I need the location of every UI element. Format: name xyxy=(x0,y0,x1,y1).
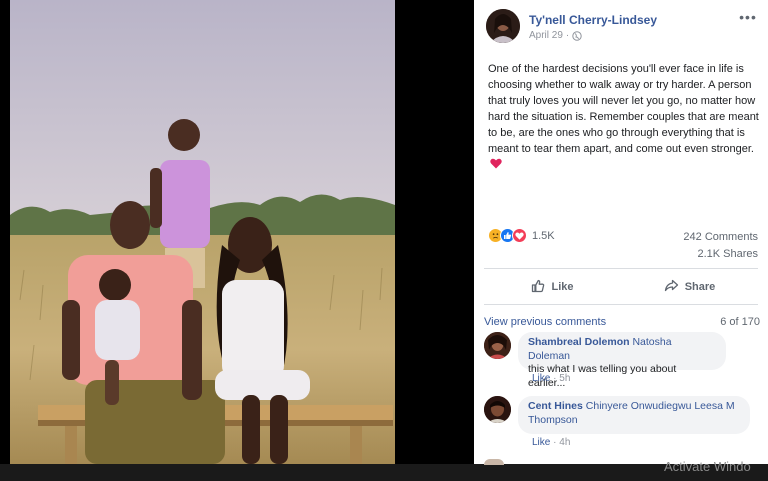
comments-count[interactable]: 242 Comments xyxy=(683,231,758,243)
share-arrow-icon xyxy=(664,279,679,295)
comment-separator: · xyxy=(553,437,557,448)
shares-count[interactable]: 2.1K Shares xyxy=(697,248,758,260)
comment-like-link[interactable]: Like xyxy=(532,437,550,448)
author-avatar[interactable] xyxy=(486,9,520,43)
post-panel: Ty'nell Cherry-Lindsey April 29 · ••• On… xyxy=(474,0,768,464)
family-photo[interactable] xyxy=(10,0,395,464)
author-name[interactable]: Ty'nell Cherry-Lindsey xyxy=(529,13,657,27)
love-reaction-icon xyxy=(512,228,527,243)
post-meta: April 29 · xyxy=(529,30,582,41)
like-button[interactable]: Like xyxy=(484,272,621,302)
post-date[interactable]: April 29 xyxy=(529,30,563,41)
share-button[interactable]: Share xyxy=(621,272,758,302)
comments-pager: 6 of 170 xyxy=(720,316,760,328)
comment-actions: Like · 5h xyxy=(532,373,570,384)
post-header: Ty'nell Cherry-Lindsey April 29 · ••• xyxy=(486,9,758,45)
comment-bubble: Cent Hines Chinyere Onwudiegwu Leesa M T… xyxy=(518,396,750,434)
taskbar xyxy=(0,464,768,481)
post-actions: Like Share xyxy=(484,272,758,302)
view-previous-comments-link[interactable]: View previous comments xyxy=(484,316,606,328)
commenter-avatar[interactable] xyxy=(484,396,511,423)
thumbs-up-icon xyxy=(531,279,545,296)
meta-separator: · xyxy=(565,30,570,41)
commenter-name[interactable]: Cent Hines xyxy=(528,400,583,412)
partial-commenter-avatar xyxy=(484,459,504,465)
comment-like-link[interactable]: Like xyxy=(532,373,550,384)
activate-windows-watermark: Activate Windo xyxy=(664,459,751,474)
comment-time[interactable]: 4h xyxy=(559,437,570,448)
comment-time[interactable]: 5h xyxy=(559,373,570,384)
commenter-avatar[interactable] xyxy=(484,332,511,359)
comment-actions: Like · 4h xyxy=(532,437,570,448)
reaction-count: 1.5K xyxy=(532,229,555,242)
comment-bubble: Shambreal Dolemon Natosha Doleman this w… xyxy=(518,332,726,389)
globe-icon xyxy=(572,30,582,41)
like-label: Like xyxy=(551,281,574,293)
red-heart-icon xyxy=(490,158,502,169)
photo-viewer xyxy=(0,0,474,464)
divider xyxy=(484,268,758,269)
reactions-summary[interactable]: 1.5K xyxy=(488,228,555,243)
post-body: One of the hardest decisions you'll ever… xyxy=(488,63,759,155)
post-text: One of the hardest decisions you'll ever… xyxy=(488,61,760,173)
comment-separator: · xyxy=(553,373,557,384)
share-label: Share xyxy=(684,281,716,293)
commenter-name[interactable]: Shambreal Dolemon xyxy=(528,336,630,348)
divider xyxy=(484,304,758,305)
more-options-button[interactable]: ••• xyxy=(738,10,758,25)
